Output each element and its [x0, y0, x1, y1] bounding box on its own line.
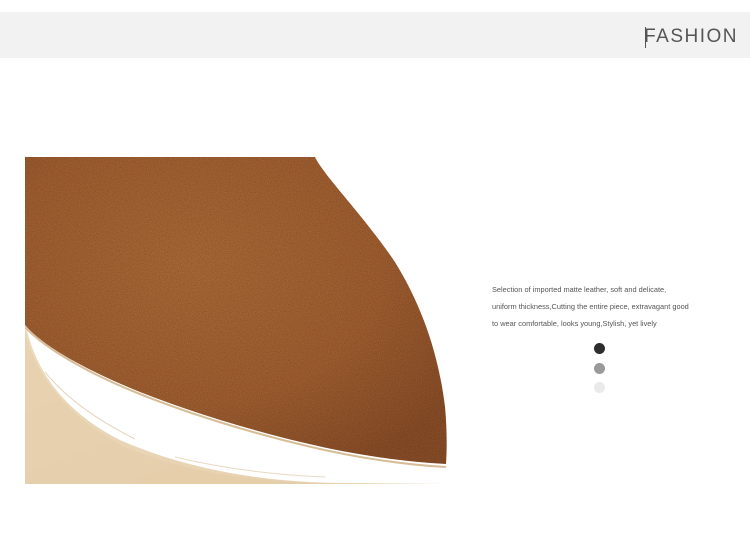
description-line: to wear comfortable, looks young,Stylish… [492, 319, 657, 328]
color-swatch-dark[interactable] [594, 343, 605, 354]
product-detail-page: FASHION Selection of imported matte leat… [0, 0, 750, 559]
description-line: Selection of imported matte leather, sof… [492, 285, 667, 294]
leather-shoe-closeup [25, 157, 447, 484]
description-line: uniform thickness,Cutting the entire pie… [492, 302, 689, 311]
color-swatch-light[interactable] [594, 382, 605, 393]
product-photo [25, 157, 447, 484]
color-swatch-gray[interactable] [594, 362, 605, 374]
banner-title: FASHION [644, 26, 738, 47]
color-swatch-list [594, 343, 606, 402]
top-banner [0, 12, 750, 58]
product-description: Selection of imported matte leather, sof… [492, 281, 732, 332]
